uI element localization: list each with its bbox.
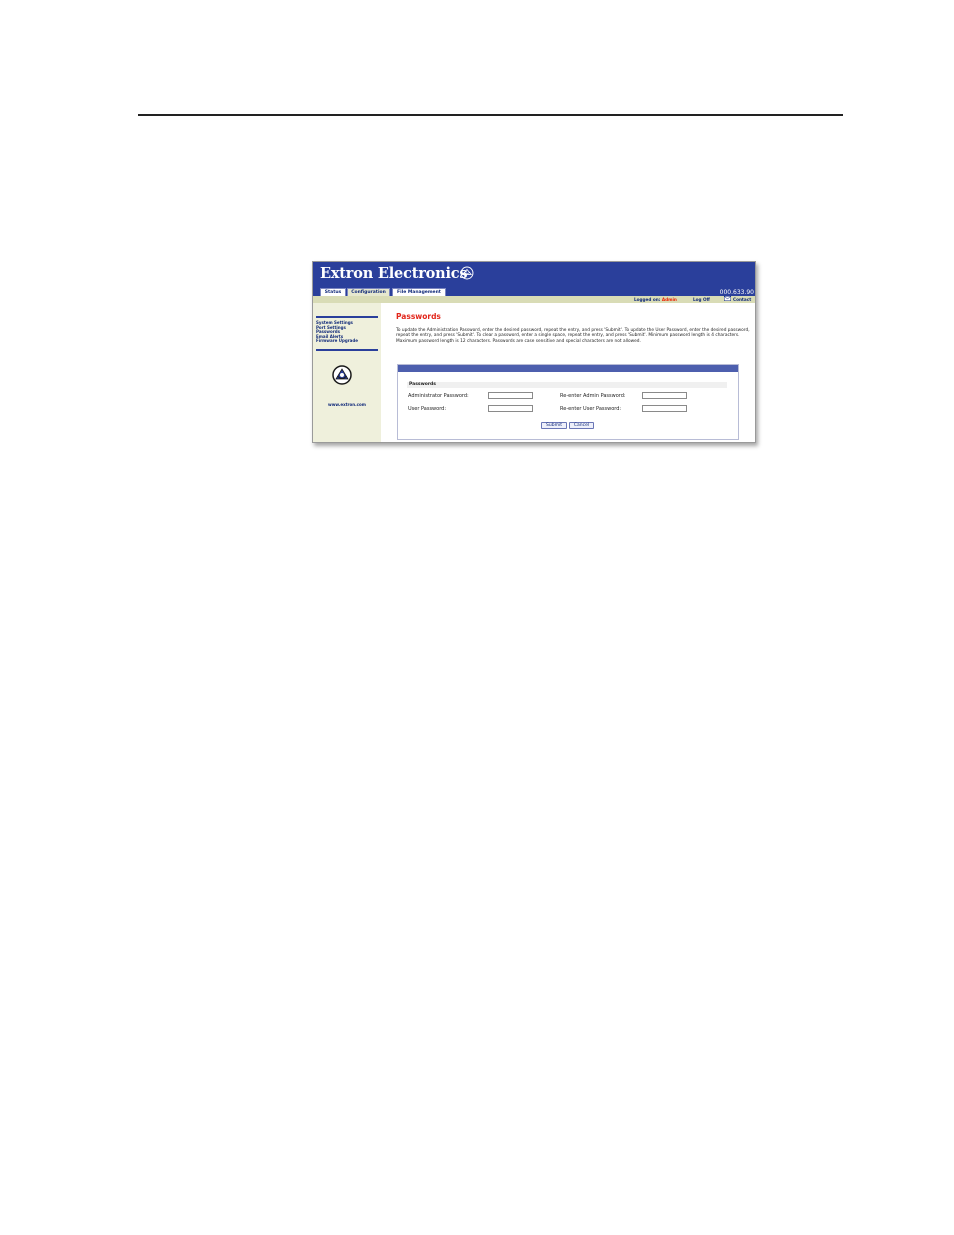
passwords-panel: Passwords Administrator Password: Re-ent… (397, 364, 739, 440)
sidebar-divider (316, 316, 378, 318)
panel-header (398, 365, 738, 372)
page-rule (138, 114, 843, 116)
tab-status[interactable]: Status (320, 288, 346, 296)
sidebar-item-firmware-upgrade[interactable]: Firmware Upgrade (316, 338, 358, 344)
admin-password-label: Administrator Password: (408, 393, 469, 399)
sidebar-divider (316, 349, 378, 351)
logged-on-indicator: Logged on: Admin (634, 297, 677, 302)
device-ip: 000.633.90 (719, 289, 754, 296)
sidebar: System Settings Port Settings Passwords … (313, 303, 381, 442)
extron-logo-icon (460, 266, 474, 280)
user-password-input[interactable] (488, 405, 533, 412)
admin-password-input[interactable] (488, 392, 533, 399)
extron-globe-icon (332, 365, 352, 385)
sidebar-menu: System Settings Port Settings Passwords … (316, 320, 358, 344)
user-password-label: User Password: (408, 406, 447, 412)
web-ui-screenshot: Extron Electronics 000.633.90 Status Con… (312, 261, 756, 443)
brand-name: Extron Electronics (320, 265, 468, 282)
main-content: Passwords To update the Administration P… (381, 303, 755, 442)
submit-button[interactable]: Submit (541, 422, 567, 429)
status-bar (313, 296, 755, 303)
passwords-group-label: Passwords (409, 382, 436, 387)
header-banner: Extron Electronics 000.633.90 Status Con… (313, 262, 755, 297)
tab-configuration[interactable]: Configuration (347, 288, 390, 296)
page-description: To update the Administration Password, e… (396, 328, 750, 344)
reenter-user-password-label: Re-enter User Password: (560, 406, 622, 412)
cancel-button[interactable]: Cancel (569, 422, 594, 429)
logoff-link[interactable]: Log Off (693, 297, 710, 302)
logged-on-user: Admin (661, 297, 677, 302)
reenter-admin-password-label: Re-enter Admin Password: (560, 393, 626, 399)
website-link[interactable]: www.extron.com (328, 402, 366, 407)
tab-file-management[interactable]: File Management (392, 288, 446, 296)
logged-on-label: Logged on: (634, 297, 661, 302)
page-title: Passwords (396, 312, 441, 321)
reenter-user-password-input[interactable] (642, 405, 687, 412)
reenter-admin-password-input[interactable] (642, 392, 687, 399)
passwords-group-header: Passwords (407, 382, 727, 388)
contact-link[interactable]: Contact (733, 297, 751, 302)
envelope-icon[interactable] (724, 296, 731, 301)
